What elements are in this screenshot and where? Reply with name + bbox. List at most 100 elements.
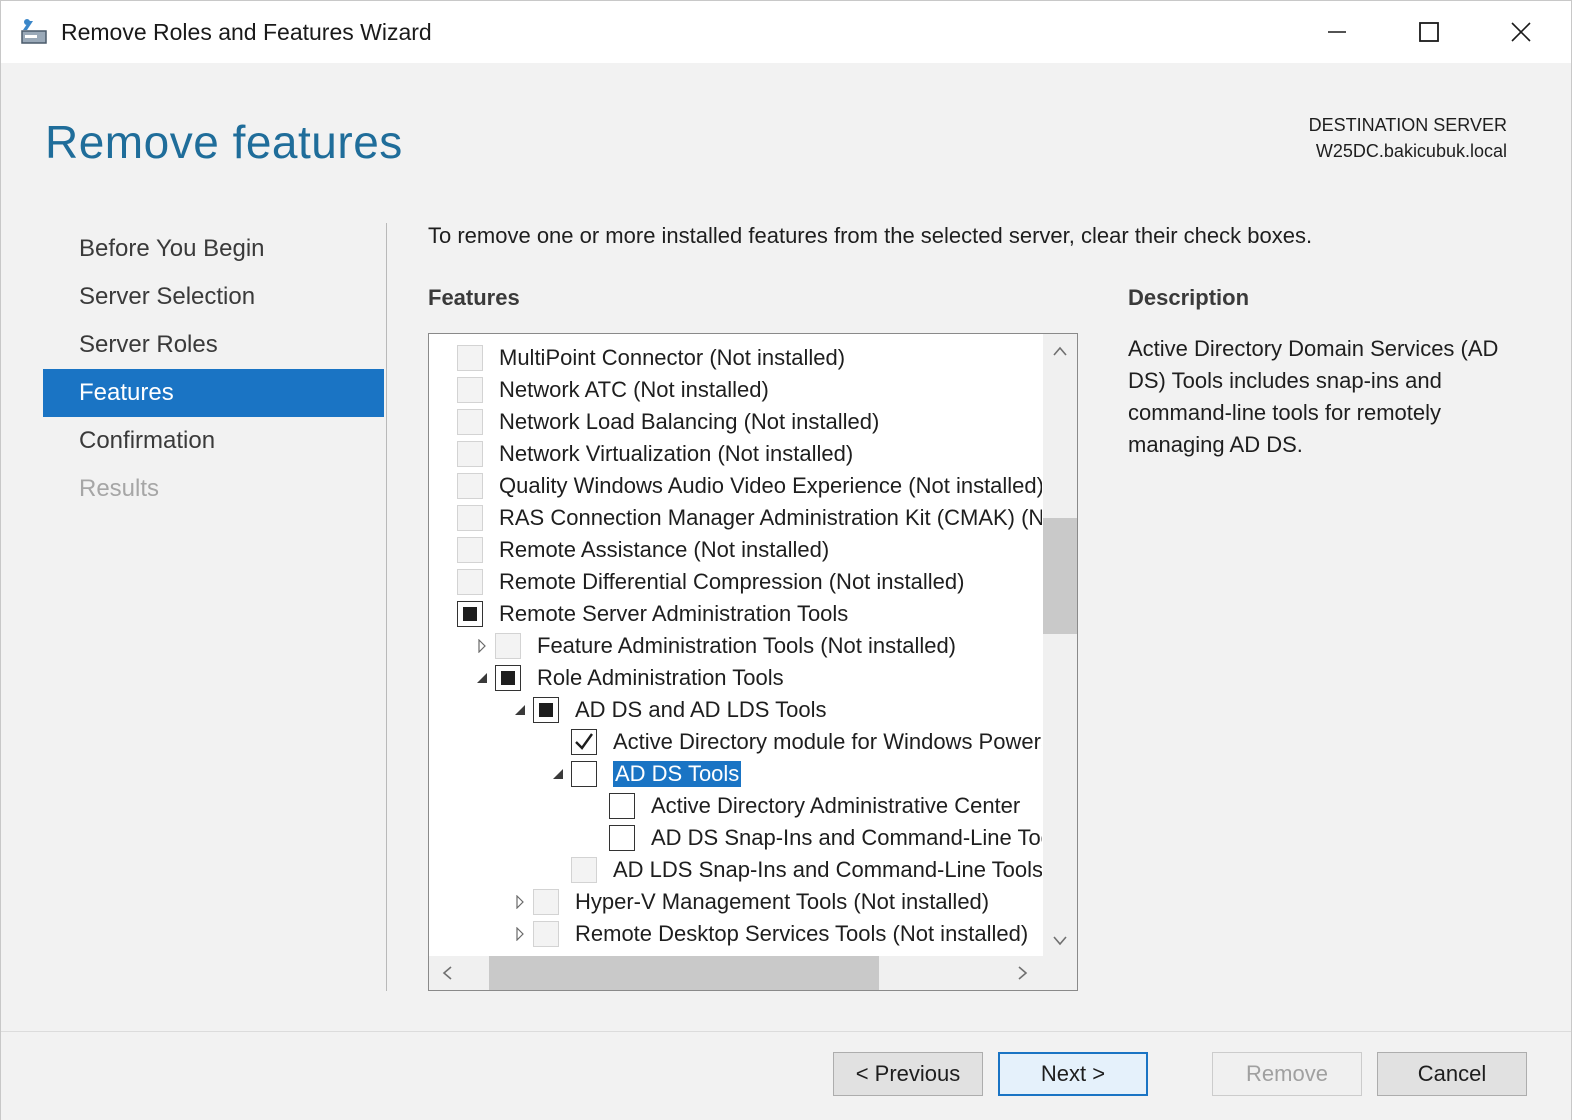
collapse-arrow-icon[interactable] xyxy=(547,763,569,785)
tree-item[interactable]: Hyper-V Management Tools (Not installed) xyxy=(429,886,1042,918)
feature-label[interactable]: Remote Server Administration Tools xyxy=(499,601,848,627)
feature-checkbox xyxy=(457,537,483,563)
window-title: Remove Roles and Features Wizard xyxy=(61,19,432,45)
feature-checkbox xyxy=(457,377,483,403)
collapse-arrow-icon[interactable] xyxy=(471,667,493,689)
feature-label[interactable]: MultiPoint Connector (Not installed) xyxy=(499,345,845,371)
tree-item[interactable]: Network Virtualization (Not installed) xyxy=(429,438,1042,470)
nav-step-server-roles[interactable]: Server Roles xyxy=(43,321,384,369)
tree-item[interactable]: RAS Connection Manager Administration Ki… xyxy=(429,502,1042,534)
feature-label[interactable]: AD LDS Snap-Ins and Command-Line Tools xyxy=(613,857,1042,883)
nav-divider xyxy=(386,223,387,991)
maximize-button[interactable] xyxy=(1383,1,1475,63)
feature-checkbox[interactable] xyxy=(609,825,635,851)
tree-item[interactable]: Active Directory module for Windows Powe… xyxy=(429,726,1042,758)
wizard-footer: < Previous Next > Remove Cancel xyxy=(1,1032,1571,1120)
feature-checkbox[interactable] xyxy=(571,729,597,755)
tree-item[interactable]: AD DS Tools xyxy=(429,758,1042,790)
next-button[interactable]: Next > xyxy=(998,1052,1148,1096)
feature-label[interactable]: Remote Desktop Services Tools (Not insta… xyxy=(575,921,1028,947)
title-bar: Remove Roles and Features Wizard xyxy=(1,1,1571,63)
nav-step-results: Results xyxy=(79,475,160,502)
feature-label[interactable]: Active Directory module for Windows Powe… xyxy=(613,729,1042,755)
description-text: Active Directory Domain Services (AD DS)… xyxy=(1128,336,1499,457)
feature-label[interactable]: Hyper-V Management Tools (Not installed) xyxy=(575,889,989,915)
destination-server-label: DESTINATION SERVER xyxy=(1308,115,1507,135)
feature-checkbox xyxy=(571,857,597,883)
horizontal-scrollbar[interactable] xyxy=(429,956,1077,990)
feature-label[interactable]: AD DS Snap-Ins and Command-Line Tools xyxy=(651,825,1042,851)
tree-item[interactable]: Network Load Balancing (Not installed) xyxy=(429,406,1042,438)
server-manager-icon xyxy=(19,17,49,47)
tree-item[interactable]: Remote Assistance (Not installed) xyxy=(429,534,1042,566)
scroll-up-icon[interactable] xyxy=(1052,342,1068,360)
tree-item[interactable]: Active Directory Administrative Center xyxy=(429,790,1042,822)
feature-label[interactable]: Remote Differential Compression (Not ins… xyxy=(499,569,964,595)
feature-checkbox xyxy=(457,473,483,499)
tree-item[interactable]: MultiPoint Connector (Not installed) xyxy=(429,342,1042,374)
tree-item[interactable]: Feature Administration Tools (Not instal… xyxy=(429,630,1042,662)
tree-item[interactable]: Network ATC (Not installed) xyxy=(429,374,1042,406)
feature-checkbox xyxy=(495,633,521,659)
feature-checkbox[interactable] xyxy=(609,793,635,819)
expand-arrow-icon[interactable] xyxy=(471,635,493,657)
scroll-right-icon[interactable] xyxy=(1017,965,1029,984)
vertical-scrollbar[interactable] xyxy=(1043,334,1077,956)
feature-checkbox[interactable] xyxy=(533,697,559,723)
expand-arrow-icon[interactable] xyxy=(509,923,531,945)
feature-checkbox[interactable] xyxy=(495,665,521,691)
feature-checkbox[interactable] xyxy=(457,601,483,627)
feature-label[interactable]: RAS Connection Manager Administration Ki… xyxy=(499,505,1042,531)
feature-label[interactable]: Active Directory Administrative Center xyxy=(651,793,1020,819)
scroll-down-icon[interactable] xyxy=(1052,932,1068,950)
previous-button[interactable]: < Previous xyxy=(833,1052,983,1096)
tree-item[interactable]: Remote Desktop Services Tools (Not insta… xyxy=(429,918,1042,950)
wizard-header: Remove features DESTINATION SERVER W25DC… xyxy=(1,63,1571,203)
expand-arrow-icon[interactable] xyxy=(509,891,531,913)
tree-item[interactable]: Role Administration Tools xyxy=(429,662,1042,694)
tree-item[interactable]: Quality Windows Audio Video Experience (… xyxy=(429,470,1042,502)
destination-server-value: W25DC.bakicubuk.local xyxy=(1315,141,1507,161)
tree-item[interactable]: Remote Server Administration Tools xyxy=(429,598,1042,630)
horizontal-scroll-thumb[interactable] xyxy=(489,956,879,990)
feature-checkbox xyxy=(457,345,483,371)
feature-label[interactable]: AD DS and AD LDS Tools xyxy=(575,697,827,723)
feature-label[interactable]: Network Virtualization (Not installed) xyxy=(499,441,853,467)
feature-label[interactable]: Role Administration Tools xyxy=(537,665,784,691)
vertical-scroll-thumb[interactable] xyxy=(1043,518,1077,634)
feature-label[interactable]: Remote Assistance (Not installed) xyxy=(499,537,829,563)
feature-checkbox[interactable] xyxy=(571,761,597,787)
minimize-icon xyxy=(1328,31,1346,33)
tree-item[interactable]: AD LDS Snap-Ins and Command-Line Tools xyxy=(429,854,1042,886)
nav-step-before-you-begin[interactable]: Before You Begin xyxy=(43,225,384,273)
feature-checkbox xyxy=(533,889,559,915)
nav-step-server-selection[interactable]: Server Selection xyxy=(43,273,384,321)
nav-step-features[interactable]: Features xyxy=(43,369,384,417)
feature-label[interactable]: Quality Windows Audio Video Experience (… xyxy=(499,473,1042,499)
feature-label[interactable]: Network ATC (Not installed) xyxy=(499,377,769,403)
close-button[interactable] xyxy=(1475,1,1567,63)
feature-label[interactable]: Network Load Balancing (Not installed) xyxy=(499,409,879,435)
instruction-text: To remove one or more installed features… xyxy=(428,223,1313,248)
description-heading: Description xyxy=(1128,285,1250,310)
tree-item[interactable]: AD DS and AD LDS Tools xyxy=(429,694,1042,726)
scroll-left-icon[interactable] xyxy=(441,965,453,984)
tree-item[interactable]: Remote Differential Compression (Not ins… xyxy=(429,566,1042,598)
cancel-button[interactable]: Cancel xyxy=(1377,1052,1527,1096)
collapse-arrow-icon[interactable] xyxy=(509,699,531,721)
feature-label[interactable]: AD DS Tools xyxy=(613,761,742,787)
features-tree[interactable]: MultiPoint Connector (Not installed) Netw… xyxy=(428,333,1078,991)
minimize-button[interactable] xyxy=(1291,1,1383,63)
tree-item[interactable]: AD DS Snap-Ins and Command-Line Tools xyxy=(429,822,1042,854)
nav-step-confirmation[interactable]: Confirmation xyxy=(43,417,384,465)
feature-label[interactable]: Feature Administration Tools (Not instal… xyxy=(537,633,956,659)
checkmark-icon xyxy=(575,733,593,750)
